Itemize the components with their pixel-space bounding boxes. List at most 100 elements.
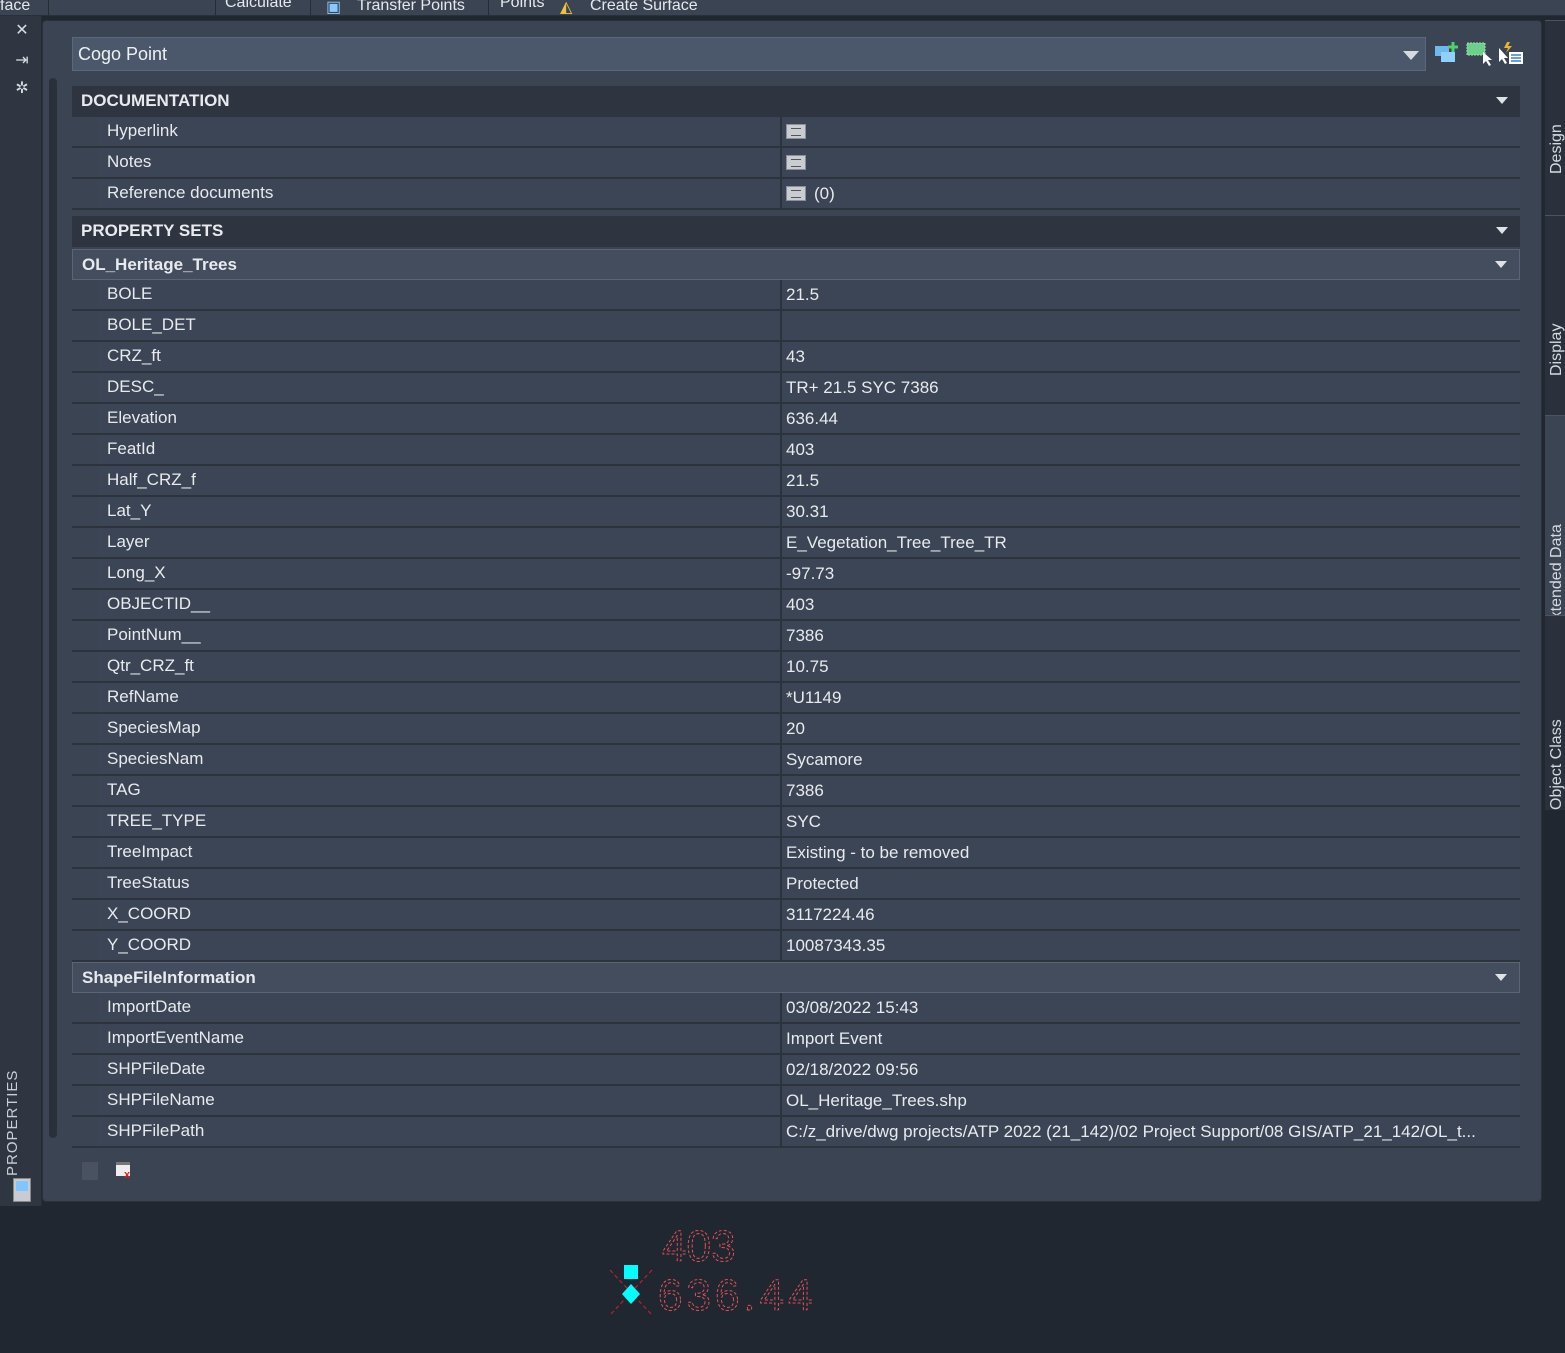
- palette-title-bar[interactable]: ✕ ⇥ ✲ PROPERTIES: [0, 16, 42, 1206]
- tab-design[interactable]: Design: [1545, 20, 1565, 215]
- property-value[interactable]: [782, 117, 1520, 146]
- property-row[interactable]: Half_CRZ_f 21.5: [72, 466, 1520, 497]
- row-gutter: [72, 807, 98, 836]
- section-header-property_sets[interactable]: PROPERTY SETS: [72, 216, 1520, 247]
- grip-diamond[interactable]: [622, 1284, 640, 1304]
- property-row[interactable]: Y_COORD 10087343.35: [72, 931, 1520, 962]
- property-row[interactable]: CRZ_ft 43: [72, 342, 1520, 373]
- property-label: BOLE: [98, 280, 782, 309]
- property-value-text: -97.73: [786, 563, 835, 583]
- grip-square[interactable]: [624, 1265, 638, 1279]
- property-value[interactable]: 10087343.35: [782, 931, 1520, 960]
- quick-select-icon[interactable]: [1497, 40, 1525, 68]
- property-value[interactable]: 403: [782, 435, 1520, 464]
- property-value[interactable]: [782, 311, 1520, 340]
- property-row[interactable]: X_COORD 3117224.46: [72, 900, 1520, 931]
- property-value[interactable]: 02/18/2022 09:56: [782, 1055, 1520, 1084]
- section-header-documentation[interactable]: DOCUMENTATION: [72, 86, 1520, 117]
- ribbon-item[interactable]: Points: [500, 0, 544, 12]
- property-value[interactable]: SYC: [782, 807, 1520, 836]
- property-value[interactable]: 21.5: [782, 466, 1520, 495]
- gear-icon[interactable]: ✲: [13, 78, 31, 98]
- property-value[interactable]: 30.31: [782, 497, 1520, 526]
- property-value[interactable]: Existing - to be removed: [782, 838, 1520, 867]
- property-row[interactable]: Reference documents (0): [72, 179, 1520, 210]
- property-value[interactable]: 7386: [782, 621, 1520, 650]
- property-value[interactable]: [782, 148, 1520, 177]
- chevron-down-icon[interactable]: [1496, 227, 1508, 234]
- ribbon-item[interactable]: Transfer Points: [357, 0, 465, 15]
- property-row[interactable]: SHPFilePath C:/z_drive/dwg projects/ATP 2…: [72, 1117, 1520, 1148]
- section-header-heritage[interactable]: OL_Heritage_Trees: [72, 249, 1520, 280]
- property-value[interactable]: -97.73: [782, 559, 1520, 588]
- property-value[interactable]: 403: [782, 590, 1520, 619]
- property-row[interactable]: Layer E_Vegetation_Tree_Tree_TR: [72, 528, 1520, 559]
- remove-property-set-icon[interactable]: x: [116, 1162, 130, 1181]
- property-row[interactable]: TreeStatus Protected: [72, 869, 1520, 900]
- edit-notes-icon[interactable]: [786, 186, 806, 201]
- property-row[interactable]: TAG 7386: [72, 776, 1520, 807]
- property-value[interactable]: E_Vegetation_Tree_Tree_TR: [782, 528, 1520, 557]
- edit-notes-icon[interactable]: [786, 124, 806, 139]
- chevron-down-icon[interactable]: [1496, 97, 1508, 104]
- property-row[interactable]: SpeciesNam Sycamore: [72, 745, 1520, 776]
- property-row[interactable]: ImportEventName Import Event: [72, 1024, 1520, 1055]
- scrollbar[interactable]: [49, 78, 57, 1138]
- property-value[interactable]: 636.44: [782, 404, 1520, 433]
- property-value[interactable]: C:/z_drive/dwg projects/ATP 2022 (21_142…: [782, 1117, 1520, 1146]
- ribbon-item[interactable]: Calculate: [225, 0, 292, 12]
- select-objects-icon[interactable]: [1465, 40, 1493, 68]
- row-gutter: [72, 776, 98, 805]
- property-row[interactable]: OBJECTID__ 403: [72, 590, 1520, 621]
- property-row[interactable]: BOLE_DET: [72, 311, 1520, 342]
- property-value[interactable]: Protected: [782, 869, 1520, 898]
- property-value[interactable]: Sycamore: [782, 745, 1520, 774]
- property-value[interactable]: 21.5: [782, 280, 1520, 309]
- property-value[interactable]: 10.75: [782, 652, 1520, 681]
- property-value[interactable]: 7386: [782, 776, 1520, 805]
- property-value[interactable]: 43: [782, 342, 1520, 371]
- property-row[interactable]: TREE_TYPE SYC: [72, 807, 1520, 838]
- object-properties-icon[interactable]: [82, 1162, 98, 1180]
- property-row[interactable]: Notes: [72, 148, 1520, 179]
- property-value[interactable]: 03/08/2022 15:43: [782, 993, 1520, 1022]
- property-value[interactable]: (0): [782, 179, 1520, 208]
- edit-notes-icon[interactable]: [786, 155, 806, 170]
- tab-object-class[interactable]: Object Class: [1545, 615, 1565, 810]
- property-row[interactable]: PointNum__ 7386: [72, 621, 1520, 652]
- add-to-selection-icon[interactable]: [1433, 40, 1461, 68]
- property-row[interactable]: DESC_ TR+ 21.5 SYC 7386: [72, 373, 1520, 404]
- ribbon-item[interactable]: face: [0, 0, 30, 15]
- tab-display[interactable]: Display: [1545, 215, 1565, 415]
- property-row[interactable]: SHPFileDate 02/18/2022 09:56: [72, 1055, 1520, 1086]
- tab-extended-data[interactable]: Extended Data: [1545, 415, 1565, 630]
- property-value[interactable]: TR+ 21.5 SYC 7386: [782, 373, 1520, 402]
- property-row[interactable]: SHPFileName OL_Heritage_Trees.shp: [72, 1086, 1520, 1117]
- property-row[interactable]: Long_X -97.73: [72, 559, 1520, 590]
- property-row[interactable]: ImportDate 03/08/2022 15:43: [72, 993, 1520, 1024]
- property-row[interactable]: TreeImpact Existing - to be removed: [72, 838, 1520, 869]
- property-value[interactable]: OL_Heritage_Trees.shp: [782, 1086, 1520, 1115]
- section-header-shapefile[interactable]: ShapeFileInformation: [72, 962, 1520, 993]
- chevron-down-icon[interactable]: [1495, 974, 1507, 981]
- close-icon[interactable]: ✕: [13, 20, 31, 40]
- property-row[interactable]: Qtr_CRZ_ft 10.75: [72, 652, 1520, 683]
- property-value[interactable]: Import Event: [782, 1024, 1520, 1053]
- chevron-down-icon[interactable]: [1495, 261, 1507, 268]
- property-value[interactable]: 20: [782, 714, 1520, 743]
- object-type-dropdown[interactable]: Cogo Point: [72, 37, 1426, 71]
- property-row[interactable]: Elevation 636.44: [72, 404, 1520, 435]
- property-row[interactable]: FeatId 403: [72, 435, 1520, 466]
- property-row[interactable]: BOLE 21.5: [72, 280, 1520, 311]
- property-value[interactable]: 3117224.46: [782, 900, 1520, 929]
- ribbon-item[interactable]: Create Surface: [590, 0, 698, 15]
- property-row[interactable]: RefName *U1149: [72, 683, 1520, 714]
- row-gutter: [72, 466, 98, 495]
- property-value[interactable]: *U1149: [782, 683, 1520, 712]
- property-row[interactable]: Hyperlink: [72, 117, 1520, 148]
- property-row[interactable]: Lat_Y 30.31: [72, 497, 1520, 528]
- property-value-text: 03/08/2022 15:43: [786, 997, 919, 1017]
- property-row[interactable]: SpeciesMap 20: [72, 714, 1520, 745]
- autohide-icon[interactable]: ⇥: [13, 50, 31, 70]
- cogo-point-drawing[interactable]: 403 636.44: [600, 1215, 840, 1325]
